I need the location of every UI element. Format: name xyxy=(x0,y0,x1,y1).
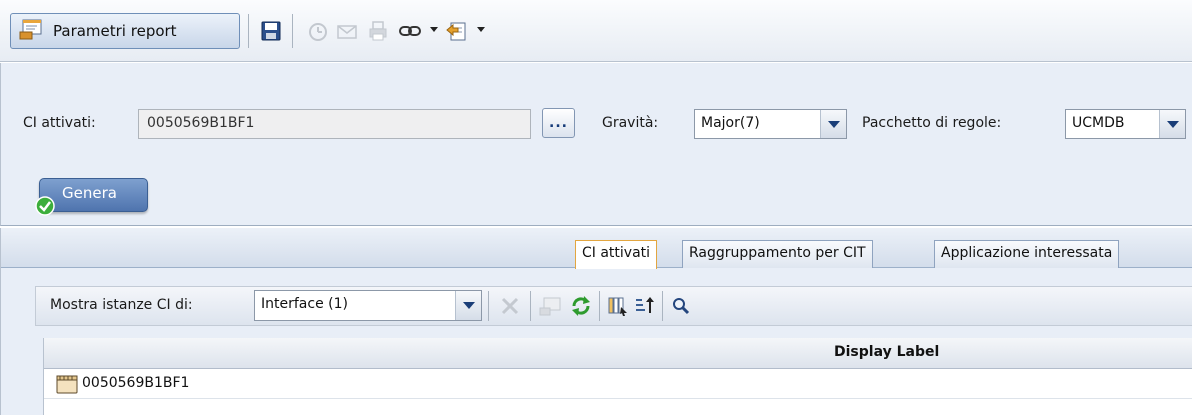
ci-table: Display Label 0050569B1BF1 xyxy=(43,338,1192,415)
export-icon[interactable] xyxy=(445,19,469,43)
ci-label: CI attivati: xyxy=(23,115,96,131)
toolbar-separator xyxy=(599,291,600,321)
properties-icon[interactable] xyxy=(539,294,563,318)
search-icon[interactable] xyxy=(669,294,693,318)
severity-value: Major(7) xyxy=(701,115,760,131)
results-panel: CI attivati Raggruppamento per CIT Appli… xyxy=(0,228,1192,415)
ci-input[interactable]: 0050569B1BF1 xyxy=(138,109,531,139)
column-header-display-label[interactable]: Display Label xyxy=(834,344,939,360)
refresh-icon[interactable] xyxy=(569,294,593,318)
ci-type-value: Interface (1) xyxy=(261,296,348,312)
check-icon xyxy=(35,196,55,220)
report-params-icon xyxy=(19,17,45,45)
delete-icon[interactable] xyxy=(498,294,522,318)
tab-raggruppamento-cit[interactable]: Raggruppamento per CIT xyxy=(682,240,873,268)
row-display-label: 0050569B1BF1 xyxy=(82,375,190,391)
generate-label: Genera xyxy=(62,184,117,202)
table-header[interactable]: Display Label xyxy=(44,338,1192,369)
print-icon[interactable] xyxy=(366,19,390,43)
ruleset-value: UCMDB xyxy=(1072,115,1125,131)
table-row[interactable]: 0050569B1BF1 xyxy=(44,369,1192,399)
toolbar-separator xyxy=(530,291,531,321)
show-ci-label: Mostra istanze CI di: xyxy=(50,297,193,313)
ruleset-select[interactable]: UCMDB xyxy=(1065,109,1186,139)
toolbar-separator xyxy=(488,291,489,321)
tab-applicazione-interessata[interactable]: Applicazione interessata xyxy=(934,240,1120,268)
ruleset-label: Pacchetto di regole: xyxy=(862,115,1002,131)
ci-toolbar: Mostra istanze CI di: Interface (1) xyxy=(35,286,1192,326)
report-parameters-panel: CI attivati: 0050569B1BF1 ... Gravità: M… xyxy=(0,63,1192,226)
ci-type-select[interactable]: Interface (1) xyxy=(254,290,482,321)
main-toolbar: Parametri report xyxy=(0,0,1192,62)
tab-bar: CI attivati Raggruppamento per CIT Appli… xyxy=(1,228,1192,269)
severity-label: Gravità: xyxy=(602,115,659,131)
chevron-down-icon[interactable] xyxy=(820,110,846,138)
report-params-button[interactable]: Parametri report xyxy=(10,13,240,49)
link-icon[interactable] xyxy=(398,19,422,43)
chevron-down-icon[interactable] xyxy=(455,291,481,320)
schedule-icon[interactable] xyxy=(305,19,329,43)
tab-ci-attivati[interactable]: CI attivati xyxy=(575,240,658,269)
toolbar-separator xyxy=(292,14,293,48)
toolbar-separator xyxy=(662,291,663,321)
select-columns-icon[interactable] xyxy=(606,294,630,318)
generate-button[interactable]: Genera xyxy=(39,178,148,212)
browse-ci-button[interactable]: ... xyxy=(542,108,575,138)
report-params-label: Parametri report xyxy=(53,22,177,40)
link-dropdown-caret[interactable] xyxy=(430,27,438,32)
export-dropdown-caret[interactable] xyxy=(477,27,485,32)
interface-icon xyxy=(56,375,78,399)
sort-icon[interactable] xyxy=(633,294,657,318)
toolbar-separator xyxy=(248,14,249,48)
chevron-down-icon[interactable] xyxy=(1159,110,1185,138)
email-icon[interactable] xyxy=(335,19,359,43)
severity-select[interactable]: Major(7) xyxy=(694,109,847,139)
save-icon[interactable] xyxy=(259,19,283,43)
